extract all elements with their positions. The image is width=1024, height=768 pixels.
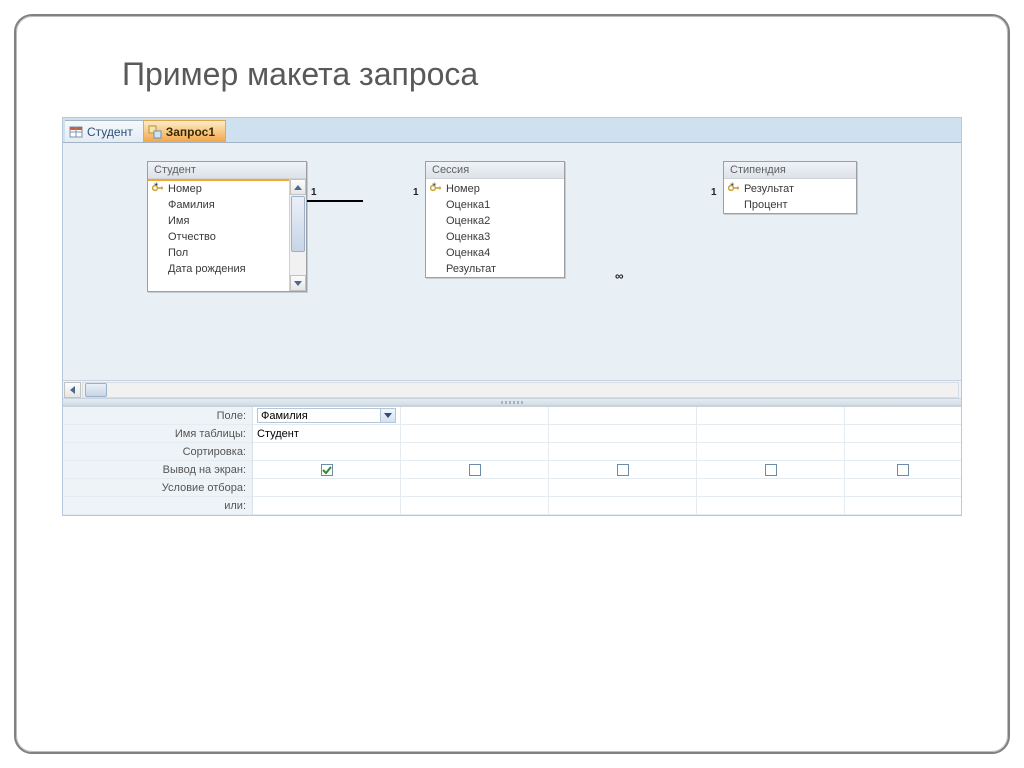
- table-scrollbar[interactable]: [289, 179, 306, 291]
- field-row[interactable]: Дата рождения: [148, 261, 306, 277]
- pane-splitter[interactable]: [63, 398, 961, 406]
- field-row[interactable]: Оценка3: [426, 229, 564, 245]
- cell-criteria[interactable]: [845, 479, 961, 497]
- slide-title: Пример макета запроса: [122, 56, 968, 93]
- key-icon: [430, 183, 442, 193]
- cell-show[interactable]: [845, 461, 961, 479]
- cell-table[interactable]: [697, 425, 844, 443]
- relation-label-one: 1: [311, 187, 317, 198]
- cell-or[interactable]: [549, 497, 696, 515]
- field-combo[interactable]: Фамилия: [257, 408, 396, 423]
- grid-column[interactable]: [697, 407, 845, 515]
- slide-frame: Пример макета запроса Студент Запрос1: [14, 14, 1010, 754]
- relation-label-one: 1: [413, 187, 419, 198]
- table-title: Студент: [148, 162, 306, 179]
- grid-column[interactable]: [845, 407, 961, 515]
- cell-criteria[interactable]: [549, 479, 696, 497]
- key-icon: [152, 183, 164, 193]
- cell-show[interactable]: [549, 461, 696, 479]
- scroll-down-button[interactable]: [290, 275, 306, 291]
- field-row[interactable]: Оценка1: [426, 197, 564, 213]
- scroll-up-button[interactable]: [290, 179, 306, 195]
- show-checkbox[interactable]: [765, 464, 777, 476]
- scroll-track[interactable]: [290, 195, 306, 275]
- field-row[interactable]: Оценка4: [426, 245, 564, 261]
- tab-query1[interactable]: Запрос1: [144, 120, 226, 142]
- show-checkbox[interactable]: [617, 464, 629, 476]
- table-box-student[interactable]: Студент * Номер Фамилия Имя Отчество Пол…: [147, 161, 307, 292]
- field-row[interactable]: Отчество: [148, 229, 306, 245]
- cell-sort[interactable]: [697, 443, 844, 461]
- grid-columns: Фамилия Студент: [253, 407, 961, 515]
- cell-sort[interactable]: [549, 443, 696, 461]
- field-row[interactable]: Имя: [148, 213, 306, 229]
- table-title: Сессия: [426, 162, 564, 179]
- table-box-session[interactable]: Сессия * Номер Оценка1 Оценка2 Оценка3 О…: [425, 161, 565, 278]
- diagram-h-scrollbar[interactable]: [63, 380, 961, 398]
- field-row[interactable]: Результат: [426, 261, 564, 277]
- document-tabs: Студент Запрос1: [63, 118, 961, 142]
- label-field: Поле:: [63, 407, 252, 425]
- field-row[interactable]: Оценка2: [426, 213, 564, 229]
- cell-sort[interactable]: [401, 443, 548, 461]
- cell-table[interactable]: [549, 425, 696, 443]
- cell-show[interactable]: [697, 461, 844, 479]
- cell-sort[interactable]: [845, 443, 961, 461]
- query-design-grid: Поле: Имя таблицы: Сортировка: Вывод на …: [63, 406, 961, 515]
- label-criteria: Условие отбора:: [63, 479, 252, 497]
- dropdown-button[interactable]: [380, 409, 395, 422]
- cell-table[interactable]: Студент: [253, 425, 400, 443]
- table-title: Стипендия: [724, 162, 856, 179]
- query-icon: [148, 125, 162, 139]
- cell-field[interactable]: [845, 407, 961, 425]
- cell-criteria[interactable]: [401, 479, 548, 497]
- grid-column[interactable]: Фамилия Студент: [253, 407, 401, 515]
- cell-show[interactable]: [253, 461, 400, 479]
- access-window: Студент Запрос1 Студент *: [62, 117, 962, 516]
- relation-label-one: 1: [711, 187, 717, 198]
- tab-label: Студент: [87, 125, 133, 139]
- h-scroll-left[interactable]: [64, 382, 81, 398]
- cell-or[interactable]: [401, 497, 548, 515]
- cell-field[interactable]: [401, 407, 548, 425]
- h-scroll-track[interactable]: [82, 382, 959, 398]
- grid-row-labels: Поле: Имя таблицы: Сортировка: Вывод на …: [63, 407, 253, 515]
- cell-field[interactable]: Фамилия: [253, 407, 400, 425]
- cell-table[interactable]: [845, 425, 961, 443]
- cell-or[interactable]: [253, 497, 400, 515]
- field-row[interactable]: Номер: [148, 181, 306, 197]
- field-row[interactable]: Процент: [724, 197, 856, 213]
- label-sort: Сортировка:: [63, 443, 252, 461]
- cell-table[interactable]: [401, 425, 548, 443]
- cell-show[interactable]: [401, 461, 548, 479]
- tab-label: Запрос1: [166, 125, 215, 139]
- field-row[interactable]: Пол: [148, 245, 306, 261]
- label-show: Вывод на экран:: [63, 461, 252, 479]
- cell-field[interactable]: [549, 407, 696, 425]
- show-checkbox[interactable]: [321, 464, 333, 476]
- cell-or[interactable]: [845, 497, 961, 515]
- show-checkbox[interactable]: [897, 464, 909, 476]
- cell-criteria[interactable]: [697, 479, 844, 497]
- cell-criteria[interactable]: [253, 479, 400, 497]
- scroll-thumb[interactable]: [291, 196, 305, 252]
- field-row[interactable]: Номер: [426, 181, 564, 197]
- label-table: Имя таблицы:: [63, 425, 252, 443]
- show-checkbox[interactable]: [469, 464, 481, 476]
- cell-sort[interactable]: [253, 443, 400, 461]
- tab-student-table[interactable]: Студент: [65, 120, 144, 142]
- field-row[interactable]: Результат: [724, 181, 856, 197]
- field-row[interactable]: Фамилия: [148, 197, 306, 213]
- table-box-stipend[interactable]: Стипендия * Результат Процент: [723, 161, 857, 214]
- key-icon: [728, 183, 740, 193]
- h-scroll-thumb[interactable]: [85, 383, 107, 397]
- relation-label-many: ∞: [615, 269, 624, 283]
- label-or: или:: [63, 497, 252, 515]
- relationship-diagram[interactable]: Студент * Номер Фамилия Имя Отчество Пол…: [63, 142, 961, 380]
- cell-or[interactable]: [697, 497, 844, 515]
- table-icon: [69, 125, 83, 139]
- grid-column[interactable]: [549, 407, 697, 515]
- cell-field[interactable]: [697, 407, 844, 425]
- grid-column[interactable]: [401, 407, 549, 515]
